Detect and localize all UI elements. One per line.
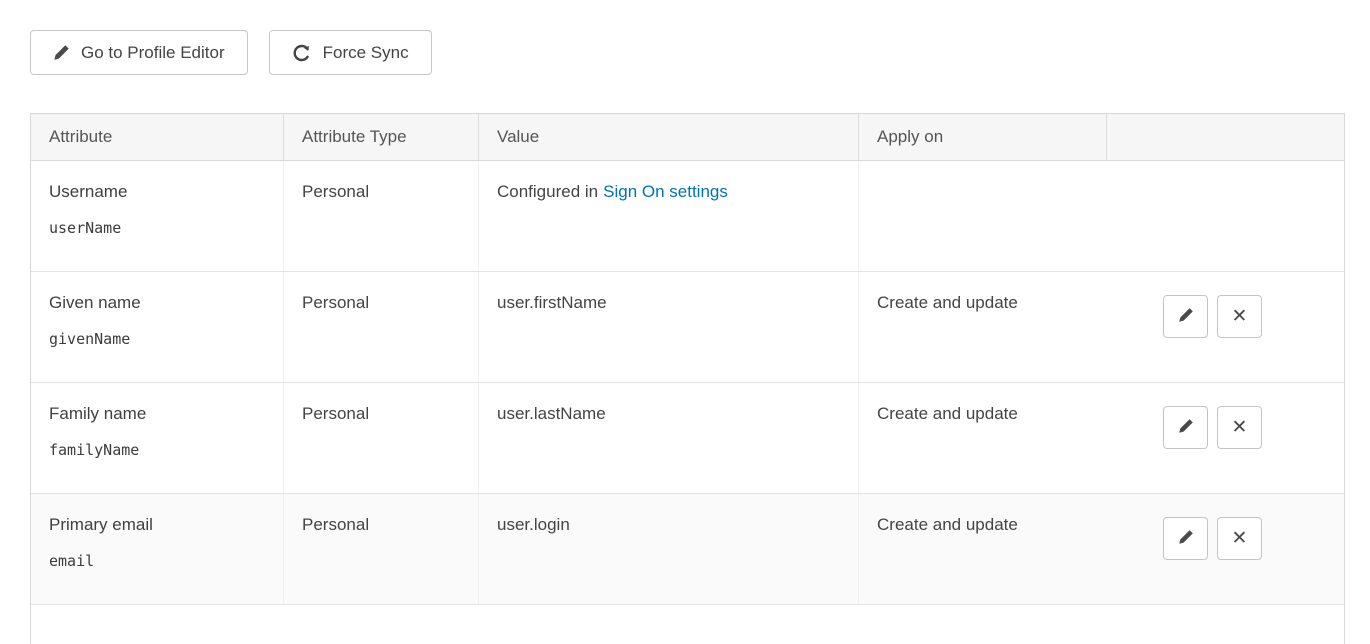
attribute-cell: Given name givenName [31,272,283,382]
refresh-icon [292,43,312,63]
close-icon: ✕ [1232,529,1248,548]
attribute-variable-name: givenName [49,330,265,348]
attribute-cell: Family name familyName [31,383,283,493]
close-icon: ✕ [1232,307,1248,326]
sign-on-settings-link[interactable]: Sign On settings [603,182,728,201]
pencil-icon [1178,418,1194,437]
value-cell: Configured in Sign On settings [478,161,858,271]
actions-cell: ✕ [1106,494,1344,604]
value-cell: user.lastName [478,383,858,493]
attribute-label: Username [49,182,265,202]
attribute-label: Given name [49,293,265,313]
attribute-variable-name: email [49,552,265,570]
close-icon: ✕ [1232,418,1248,437]
value-cell: user.firstName [478,272,858,382]
attribute-variable-name: familyName [49,441,265,459]
force-sync-button[interactable]: Force Sync [269,30,432,75]
table-header-row: Attribute Attribute Type Value Apply on [31,114,1344,161]
pencil-icon [1178,307,1194,326]
edit-mapping-button[interactable] [1163,295,1208,338]
attribute-mappings-table: Attribute Attribute Type Value Apply on … [30,113,1345,644]
delete-mapping-button[interactable]: ✕ [1217,406,1262,449]
pencil-icon [1178,529,1194,548]
attribute-type-cell: Personal [283,494,478,604]
attribute-label: Primary email [49,515,265,535]
delete-mapping-button[interactable]: ✕ [1217,517,1262,560]
edit-mapping-button[interactable] [1163,406,1208,449]
value-text: Configured in [497,182,598,201]
apply-on-cell: Create and update [858,494,1106,604]
header-apply-on: Apply on [858,114,1106,160]
delete-mapping-button[interactable]: ✕ [1217,295,1262,338]
actions-cell: ✕ [1106,383,1344,493]
force-sync-label: Force Sync [323,44,409,61]
table-row: Given name givenName Personal user.first… [31,272,1344,383]
actions-cell [1106,161,1344,271]
header-value: Value [478,114,858,160]
table-row: Username userName Personal Configured in… [31,161,1344,272]
apply-on-cell [858,161,1106,271]
actions-cell: ✕ [1106,272,1344,382]
attribute-cell: Primary email email [31,494,283,604]
edit-mapping-button[interactable] [1163,517,1208,560]
attribute-label: Family name [49,404,265,424]
go-to-profile-editor-label: Go to Profile Editor [81,44,225,61]
apply-on-cell: Create and update [858,383,1106,493]
apply-on-cell: Create and update [858,272,1106,382]
header-actions [1106,114,1344,160]
pencil-icon [53,44,70,61]
attribute-variable-name: userName [49,219,265,237]
attribute-type-cell: Personal [283,161,478,271]
attribute-type-cell: Personal [283,272,478,382]
header-attribute-type: Attribute Type [283,114,478,160]
attribute-type-cell: Personal [283,383,478,493]
table-row: Family name familyName Personal user.las… [31,383,1344,494]
header-attribute: Attribute [31,114,283,160]
go-to-profile-editor-button[interactable]: Go to Profile Editor [30,30,248,75]
value-cell: user.login [478,494,858,604]
table-empty-area [31,605,1344,644]
attribute-cell: Username userName [31,161,283,271]
toolbar: Go to Profile Editor Force Sync [30,30,1370,75]
table-row: Primary email email Personal user.login … [31,494,1344,605]
